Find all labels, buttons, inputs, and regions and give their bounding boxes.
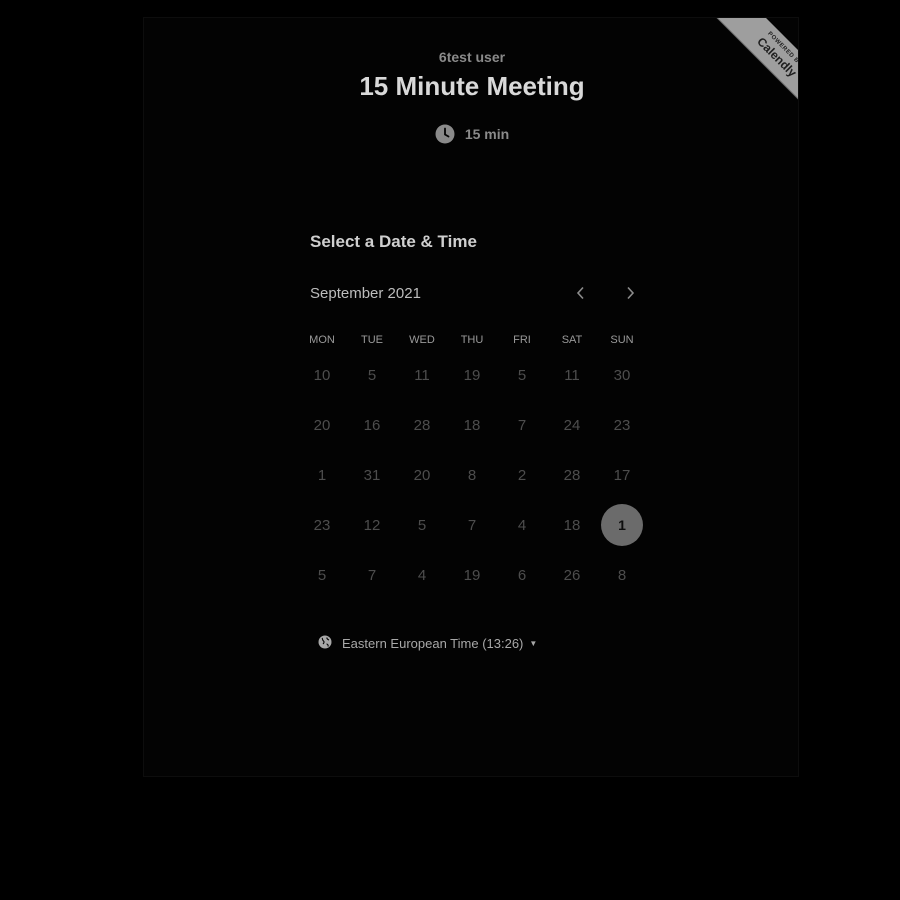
calendar-day: 7: [347, 550, 397, 600]
calendar-day: 16: [347, 400, 397, 450]
previous-month-button[interactable]: [569, 281, 593, 305]
weekday-label: THU: [460, 334, 484, 346]
calendar-day-number: 12: [363, 516, 381, 534]
calendar-day-selected[interactable]: 1: [597, 500, 647, 550]
calendar-day: 4: [397, 550, 447, 600]
calendar-day-number: 1: [601, 504, 643, 546]
calendar-day-number: 5: [317, 566, 327, 584]
calendar-day: 6: [497, 550, 547, 600]
calendar-day-number: 19: [463, 366, 481, 384]
organizer-name: 6test user: [438, 49, 506, 65]
next-month-button[interactable]: [618, 281, 642, 305]
duration-label: 15 min: [464, 126, 510, 142]
calendar-day-number: 6: [517, 566, 527, 584]
booking-card: POWERED BY Calendly 6test user 15 Minute…: [143, 17, 799, 777]
calendar-day: 10: [297, 350, 347, 400]
globe-icon: [318, 635, 332, 652]
calendar-day-number: 11: [414, 366, 430, 384]
calendar-day-number: 30: [613, 366, 631, 384]
calendar-day: 7: [497, 400, 547, 450]
calendar-day-number: 11: [564, 366, 580, 384]
calendar-day: 5: [347, 350, 397, 400]
month-label: September 2021: [310, 285, 421, 302]
calendar-day-number: 4: [417, 566, 427, 584]
calendar-day: 20: [297, 400, 347, 450]
timezone-label: Eastern European Time (13:26): [342, 636, 524, 651]
calendar-day: 5: [497, 350, 547, 400]
calendar-day: 31: [347, 450, 397, 500]
weekday-header-row: MON TUE WED THU FRI SAT SUN: [297, 334, 647, 346]
calendar-day: 26: [547, 550, 597, 600]
weekday-label: FRI: [513, 334, 531, 346]
calendar-day: 2: [497, 450, 547, 500]
calendar-day: 8: [597, 550, 647, 600]
calendar-day: 28: [547, 450, 597, 500]
calendar-day: 23: [297, 500, 347, 550]
calendar-day: 18: [447, 400, 497, 450]
calendar-day-number: 24: [563, 416, 581, 434]
timezone-selector[interactable]: Eastern European Time (13:26) ▼: [318, 635, 537, 652]
calendar-day-number: 18: [563, 516, 581, 534]
calendar-day: 17: [597, 450, 647, 500]
event-title: 15 Minute Meeting: [359, 71, 585, 101]
calendar-day-number: 16: [363, 416, 381, 434]
calendar-day: 7: [447, 500, 497, 550]
calendar-day-number: 28: [413, 416, 431, 434]
calendar-day: 5: [397, 500, 447, 550]
calendar-day-number: 20: [313, 416, 331, 434]
calendar-day: 5: [297, 550, 347, 600]
caret-down-icon: ▼: [529, 639, 538, 648]
calendar-day: 11: [547, 350, 597, 400]
calendar-day-number: 18: [463, 416, 481, 434]
calendar-day-number: 7: [367, 566, 377, 584]
weekday-label: SUN: [610, 334, 634, 346]
calendar-day: 8: [447, 450, 497, 500]
weekday-label: MON: [309, 334, 335, 346]
calendar-day-number: 20: [413, 466, 431, 484]
calendar-day-number: 8: [617, 566, 627, 584]
calendar-day: 20: [397, 450, 447, 500]
calendar-day-number: 1: [317, 466, 327, 484]
calendar-day: 4: [497, 500, 547, 550]
calendar-day-number: 5: [417, 516, 427, 534]
calendar-day-number: 4: [517, 516, 527, 534]
calendar-day-number: 7: [467, 516, 477, 534]
calendar-day: 19: [447, 550, 497, 600]
weekday-label: TUE: [361, 334, 383, 346]
calendar-day-number: 19: [463, 566, 481, 584]
calendar-day: 24: [547, 400, 597, 450]
chevron-left-icon: [576, 286, 584, 300]
calendar-day: 23: [597, 400, 647, 450]
calendar-day: 28: [397, 400, 447, 450]
calendar-day: 11: [397, 350, 447, 400]
calendar-day-number: 5: [517, 366, 527, 384]
calendar-day-number: 23: [313, 516, 331, 534]
event-duration: 15 min: [144, 124, 798, 144]
badge-calendly-text: Calendly: [754, 34, 799, 80]
calendar-day-number: 31: [363, 466, 381, 484]
clock-icon: [435, 124, 455, 144]
weekday-label: SAT: [561, 334, 583, 346]
calendar-day-number: 8: [467, 466, 477, 484]
calendar-day-grid: 10 5 11 19 5 11 30 20 16 28 18 7 24 23 1 31 20 8 2 28 17 23 12…: [297, 350, 647, 600]
calendar-day-number: 23: [613, 416, 631, 434]
calendar-day-number: 17: [613, 466, 631, 484]
calendar-day: 18: [547, 500, 597, 550]
calendar-day-number: 26: [563, 566, 581, 584]
calendar-day-number: 7: [517, 416, 527, 434]
calendar-day: 12: [347, 500, 397, 550]
month-navigation: September 2021: [310, 285, 644, 305]
calendar-day: 30: [597, 350, 647, 400]
calendar-day-number: 2: [517, 466, 527, 484]
calendar-day-number: 5: [367, 366, 377, 384]
chevron-right-icon: [627, 286, 635, 300]
weekday-label: WED: [409, 334, 435, 346]
calendar-day: 19: [447, 350, 497, 400]
select-date-heading: Select a Date & Time: [310, 232, 477, 251]
calendar-day-number: 28: [563, 466, 581, 484]
calendar-day-number: 10: [313, 366, 331, 384]
calendar-day: 1: [297, 450, 347, 500]
